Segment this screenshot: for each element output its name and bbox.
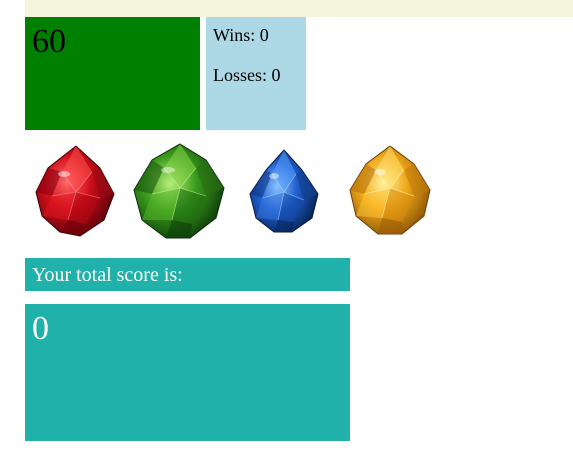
score-label: Your total score is: bbox=[32, 264, 183, 286]
total-score-box: 0 bbox=[25, 304, 350, 441]
green-crystal-button[interactable] bbox=[130, 142, 230, 242]
target-number-box: 60 bbox=[25, 17, 200, 130]
blue-crystal-button[interactable] bbox=[244, 142, 324, 242]
score-label-bar: Your total score is: bbox=[25, 258, 350, 291]
red-crystal-button[interactable] bbox=[30, 142, 122, 242]
wins-count: Wins: 0 bbox=[213, 25, 269, 45]
target-number: 60 bbox=[32, 23, 66, 60]
losses-count: Losses: 0 bbox=[213, 65, 281, 85]
stats-panel: Wins: 0 Losses: 0 bbox=[206, 17, 306, 130]
blue-crystal-icon bbox=[249, 149, 319, 233]
red-crystal-icon bbox=[35, 145, 115, 237]
header-bar bbox=[25, 0, 573, 17]
green-crystal-icon bbox=[133, 143, 225, 239]
yellow-crystal-icon bbox=[349, 145, 431, 235]
yellow-crystal-button[interactable] bbox=[344, 142, 436, 242]
total-score-value: 0 bbox=[32, 310, 49, 347]
